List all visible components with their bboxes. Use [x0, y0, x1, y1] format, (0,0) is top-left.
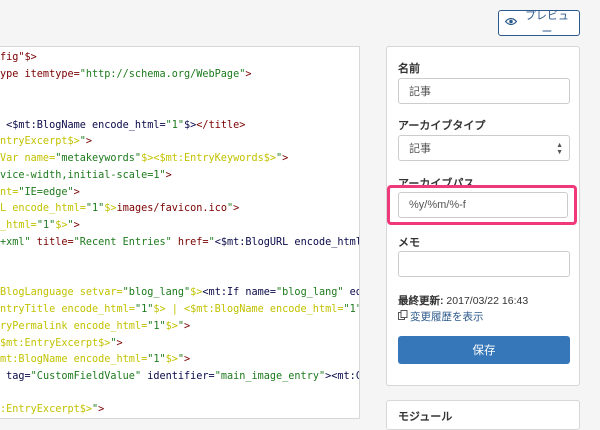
name-label: 名前 — [398, 63, 420, 75]
template-settings-panel: 名前 記事 アーカイブタイプ 記事 ▲ ▼ アーカイブパス %y/%m/%-f メ… — [386, 46, 580, 386]
copy-icon — [398, 310, 408, 323]
code-line: Var name="metakeywords"$><$mt:EntryKeywo… — [0, 153, 289, 164]
code-line: vice-width,initial-scale=1"> — [0, 170, 172, 181]
preview-label: プレビュー — [525, 10, 569, 38]
code-line: nt="IE=edge"> — [0, 187, 80, 198]
archive-type-label: アーカイブタイプ — [398, 120, 486, 132]
code-line: +xml" title="Recent Entries" href="<$mt:… — [0, 237, 360, 248]
code-line: L encode_html="1"$>images/favicon.ico"> — [0, 203, 240, 214]
code-line: ryPermalink encode_html="1"$>"> — [0, 321, 191, 332]
code-line: BlogLanguage setvar="blog_lang"$><mt:If … — [0, 287, 359, 298]
archive-type-select[interactable]: 記事 ▲ ▼ — [398, 135, 570, 161]
save-button[interactable]: 保存 — [398, 336, 570, 364]
select-arrows-icon: ▲ ▼ — [556, 142, 563, 156]
history-link[interactable]: 変更履歴を表示 — [398, 309, 484, 324]
code-line: :EntryExcerpt$>"> — [0, 404, 105, 415]
code-line: ype itemtype="http://schema.org/WebPage"… — [0, 69, 252, 80]
preview-button[interactable]: プレビュー — [498, 10, 580, 38]
code-line: $mt:EntryExcerpt$>"> — [0, 338, 123, 349]
code-line: mt:BlogName encode_html="1"$>"> — [0, 354, 191, 365]
history-link-label: 変更履歴を表示 — [410, 311, 484, 323]
code-line: _html="1"$>"> — [0, 220, 80, 231]
module-title: モジュール — [398, 411, 453, 423]
code-line: ntryExcerpt$>"> — [0, 136, 93, 147]
code-line: <$mt:BlogName encode_html="1"$></title> — [0, 120, 246, 131]
archive-type-value: 記事 — [409, 143, 431, 155]
code-editor[interactable]: fig"$> ype itemtype="http://schema.org/W… — [0, 46, 360, 419]
memo-label: メモ — [398, 237, 420, 249]
memo-input[interactable] — [398, 251, 570, 277]
code-line: ntryTitle encode_html="1"$> | <$mt:BlogN… — [0, 304, 359, 315]
last-updated-value: 2017/03/22 16:43 — [446, 295, 529, 307]
eye-icon — [504, 17, 518, 29]
code-line: fig"$> — [0, 52, 37, 63]
last-updated: 最終更新: 2017/03/22 16:43 — [398, 293, 528, 308]
name-input[interactable]: 記事 — [398, 78, 570, 104]
code-line: tag="CustomFieldValue" identifier="main_… — [0, 371, 359, 382]
last-updated-label: 最終更新: — [398, 295, 444, 307]
archive-path-input[interactable]: %y/%m/%-f — [398, 192, 568, 218]
module-panel: モジュール — [386, 400, 580, 430]
